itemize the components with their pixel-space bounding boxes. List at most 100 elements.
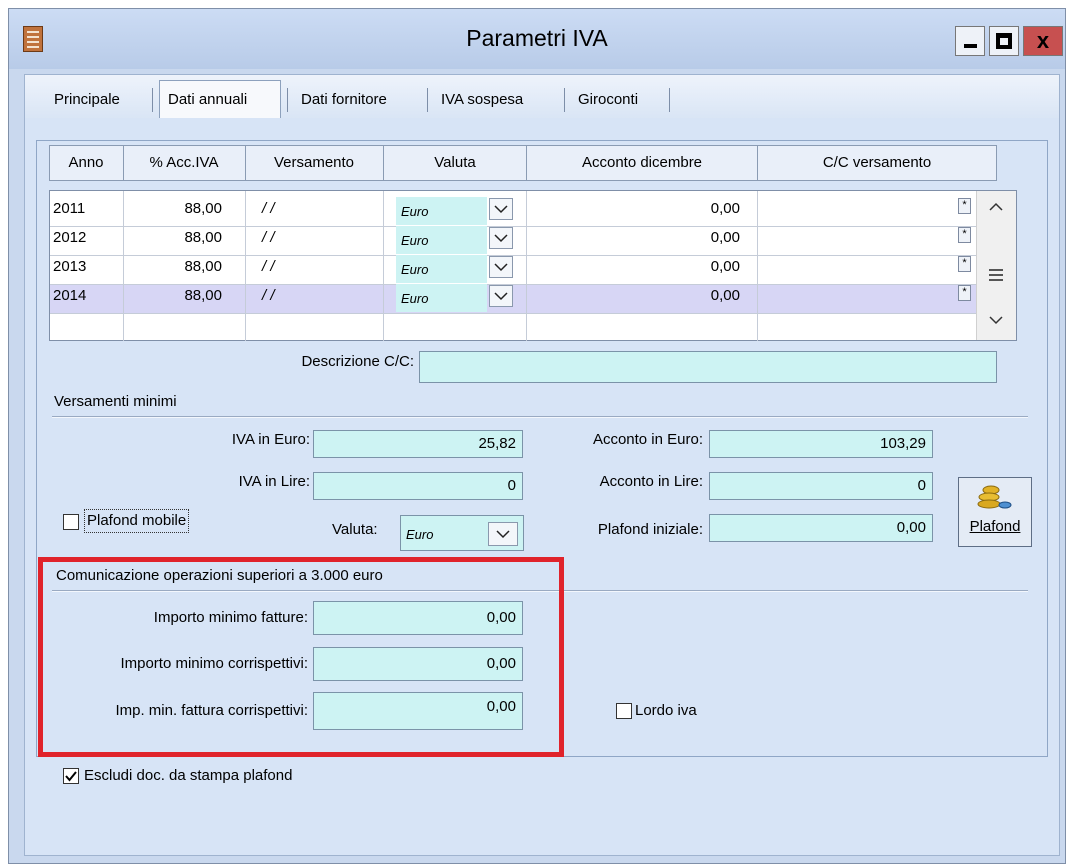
valuta-dropdown-button[interactable] bbox=[489, 198, 513, 220]
plafond-button[interactable]: Plafond bbox=[958, 477, 1032, 547]
acconto-euro-label: Acconto in Euro: bbox=[592, 431, 703, 448]
escludi-checkbox[interactable] bbox=[63, 768, 79, 784]
cell-valuta[interactable]: Euro bbox=[396, 284, 487, 312]
cell-acc-iva[interactable]: 88,00 bbox=[124, 252, 222, 281]
section-divider bbox=[52, 416, 1028, 418]
plafond-button-label: Plafond bbox=[969, 518, 1021, 535]
iva-euro-label: IVA in Euro: bbox=[231, 431, 310, 448]
window-title: Parametri IVA bbox=[466, 25, 608, 51]
cell-valuta-value: Euro bbox=[401, 291, 429, 306]
cell-versamento[interactable]: / / bbox=[262, 194, 362, 223]
column-header-versamento[interactable]: Versamento bbox=[246, 145, 382, 181]
grid-line bbox=[245, 191, 246, 341]
cell-acc-iva[interactable]: 88,00 bbox=[124, 223, 222, 252]
cell-versamento[interactable]: / / bbox=[262, 252, 362, 281]
valuta-dropdown-button[interactable] bbox=[488, 522, 518, 546]
escludi-label[interactable]: Escludi doc. da stampa plafond bbox=[84, 764, 292, 788]
cell-anno[interactable]: 2013 bbox=[53, 252, 121, 281]
ellipsis-button[interactable]: * bbox=[958, 285, 971, 301]
valuta-label: Valuta: bbox=[332, 521, 378, 538]
iva-lire-field[interactable]: 0 bbox=[313, 472, 523, 500]
versamenti-minimi-title: Versamenti minimi bbox=[54, 393, 177, 410]
chevron-down-icon bbox=[494, 234, 508, 243]
plafond-mobile-label[interactable]: Plafond mobile bbox=[84, 509, 190, 533]
checkmark-icon bbox=[65, 771, 77, 782]
cell-valuta-value: Euro bbox=[401, 204, 429, 219]
tab-divider bbox=[669, 88, 670, 112]
plafond-mobile-checkbox[interactable] bbox=[63, 514, 79, 530]
cell-cc-versamento[interactable] bbox=[760, 223, 950, 252]
tab-dati-fornitore[interactable]: Dati fornitore bbox=[301, 89, 387, 111]
close-icon: x bbox=[1036, 28, 1050, 53]
highlight-rectangle bbox=[38, 557, 564, 757]
tab-divider bbox=[564, 88, 565, 112]
column-header-acc-iva[interactable]: % Acc.IVA bbox=[124, 145, 244, 181]
minimize-icon bbox=[964, 44, 977, 48]
iva-lire-label: IVA in Lire: bbox=[238, 473, 310, 490]
tab-divider bbox=[427, 88, 428, 112]
cell-acconto-dicembre[interactable]: 0,00 bbox=[528, 252, 740, 281]
column-header-cc-versamento[interactable]: C/C versamento bbox=[758, 145, 996, 181]
lordo-iva-label[interactable]: Lordo iva bbox=[635, 699, 697, 723]
minimize-button[interactable] bbox=[955, 26, 985, 56]
acconto-euro-field[interactable]: 103,29 bbox=[709, 430, 933, 458]
valuta-select-value: Euro bbox=[406, 527, 434, 542]
tab-divider bbox=[152, 88, 153, 112]
tab-divider bbox=[287, 88, 288, 112]
chevron-down-icon bbox=[494, 205, 508, 214]
cell-valuta-value: Euro bbox=[401, 262, 429, 277]
cell-valuta[interactable]: Euro bbox=[396, 255, 487, 283]
cell-versamento[interactable]: / / bbox=[262, 223, 362, 252]
chevron-down-icon bbox=[494, 263, 508, 272]
descrizione-cc-label: Descrizione C/C: bbox=[301, 353, 414, 370]
column-header-anno[interactable]: Anno bbox=[50, 145, 122, 181]
cell-acconto-dicembre[interactable]: 0,00 bbox=[528, 194, 740, 223]
chevron-down-icon bbox=[494, 292, 508, 301]
cell-acconto-dicembre[interactable]: 0,00 bbox=[528, 281, 740, 310]
valuta-dropdown-button[interactable] bbox=[489, 256, 513, 278]
tab-principale[interactable]: Principale bbox=[54, 89, 120, 111]
cell-versamento[interactable]: / / bbox=[262, 281, 362, 310]
scroll-down-icon[interactable] bbox=[988, 315, 1004, 325]
cell-cc-versamento[interactable] bbox=[760, 281, 950, 310]
valuta-dropdown-button[interactable] bbox=[489, 285, 513, 307]
ellipsis-button[interactable]: * bbox=[958, 256, 971, 272]
cell-cc-versamento[interactable] bbox=[760, 252, 950, 281]
cell-anno[interactable]: 2012 bbox=[53, 223, 121, 252]
cell-cc-versamento[interactable] bbox=[760, 194, 950, 223]
maximize-button[interactable] bbox=[989, 26, 1019, 56]
scroll-thumb-icon[interactable] bbox=[987, 266, 1005, 284]
cell-valuta-value: Euro bbox=[401, 233, 429, 248]
grid-line bbox=[526, 191, 527, 341]
grid-line bbox=[757, 191, 758, 341]
plafond-iniziale-field[interactable]: 0,00 bbox=[709, 514, 933, 542]
iva-euro-field[interactable]: 25,82 bbox=[313, 430, 523, 458]
ellipsis-button[interactable]: * bbox=[958, 198, 971, 214]
cell-acc-iva[interactable]: 88,00 bbox=[124, 281, 222, 310]
column-header-valuta[interactable]: Valuta bbox=[384, 145, 526, 181]
descrizione-cc-field[interactable] bbox=[419, 351, 997, 383]
tab-iva-sospesa[interactable]: IVA sospesa bbox=[441, 89, 523, 111]
cell-anno[interactable]: 2014 bbox=[53, 281, 121, 310]
cell-acconto-dicembre[interactable]: 0,00 bbox=[528, 223, 740, 252]
lordo-iva-checkbox[interactable] bbox=[616, 703, 632, 719]
close-button[interactable]: x bbox=[1023, 26, 1063, 56]
acconto-lire-field[interactable]: 0 bbox=[709, 472, 933, 500]
title-bar[interactable]: Parametri IVA x bbox=[9, 9, 1065, 69]
valuta-select[interactable]: Euro bbox=[400, 515, 524, 551]
cell-anno[interactable]: 2011 bbox=[53, 194, 121, 223]
cell-acc-iva[interactable]: 88,00 bbox=[124, 194, 222, 223]
coins-icon bbox=[977, 485, 1012, 509]
plafond-iniziale-label: Plafond iniziale: bbox=[597, 521, 703, 538]
valuta-dropdown-button[interactable] bbox=[489, 227, 513, 249]
column-header-acconto-dicembre[interactable]: Acconto dicembre bbox=[527, 145, 757, 181]
ellipsis-button[interactable]: * bbox=[958, 227, 971, 243]
cell-valuta[interactable]: Euro bbox=[396, 197, 487, 225]
maximize-icon bbox=[996, 33, 1012, 49]
grid-scrollbar[interactable] bbox=[976, 191, 1016, 340]
scroll-up-icon[interactable] bbox=[988, 202, 1004, 212]
tab-giroconti[interactable]: Giroconti bbox=[578, 89, 638, 111]
grid-line bbox=[50, 313, 976, 314]
tab-dati-annuali[interactable]: Dati annuali bbox=[168, 89, 247, 111]
cell-valuta[interactable]: Euro bbox=[396, 226, 487, 254]
